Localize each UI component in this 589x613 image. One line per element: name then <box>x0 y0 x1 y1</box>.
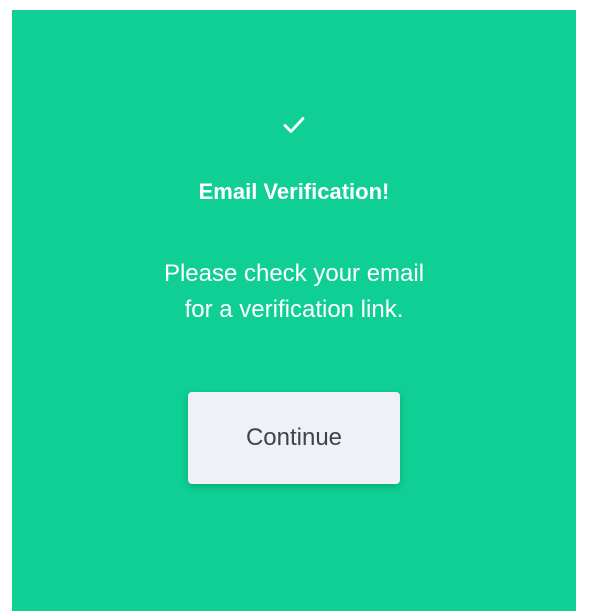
checkmark-icon <box>277 108 311 142</box>
page-title: Email Verification! <box>198 179 390 204</box>
continue-button[interactable]: Continue <box>188 392 400 484</box>
message-line-1: Please check your email <box>163 260 425 287</box>
verification-card: Email Verification! Please check your em… <box>12 10 576 611</box>
message-line-2: for a verification link. <box>184 296 404 323</box>
verification-message: Please check your email for a verificati… <box>84 256 504 328</box>
